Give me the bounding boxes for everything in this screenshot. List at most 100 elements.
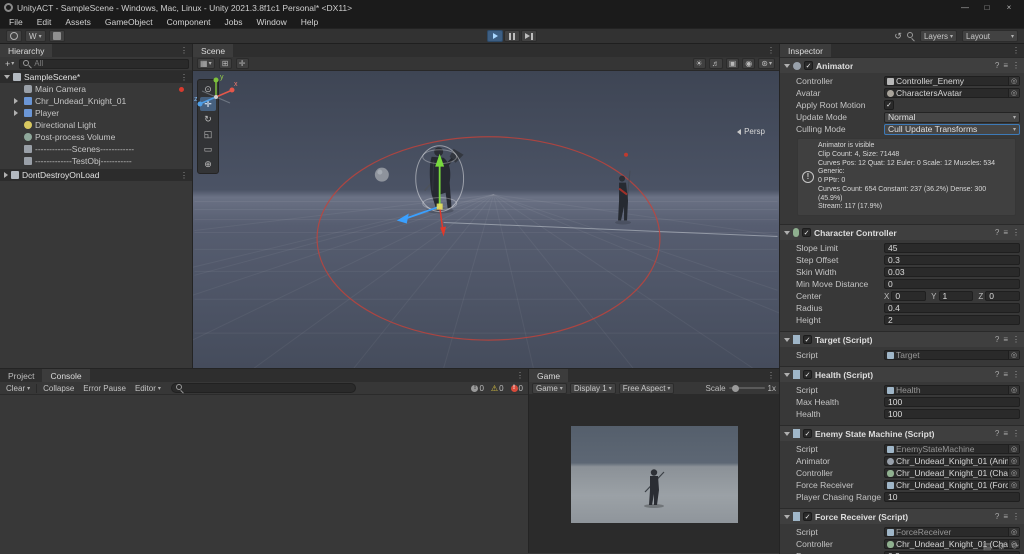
editor-dropdown[interactable]: Editor ▾ xyxy=(132,383,164,394)
preset-icon[interactable]: ≡ xyxy=(1003,335,1008,344)
script-object-field[interactable]: Health ◎ xyxy=(884,385,1020,395)
foldout-closed-icon[interactable] xyxy=(14,98,18,104)
player-chasing-range-field[interactable]: 10 xyxy=(884,492,1020,502)
foldout-open-icon[interactable] xyxy=(784,372,790,377)
display-dropdown[interactable]: Display 1 ▾ xyxy=(569,382,616,394)
panel-menu-icon[interactable]: ⋮ xyxy=(512,369,528,382)
panel-menu-icon[interactable]: ⋮ xyxy=(763,44,779,57)
menu-window[interactable]: Window xyxy=(250,17,294,27)
object-picker-icon[interactable]: ◎ xyxy=(1008,89,1019,97)
avatar-object-field[interactable]: CharactersAvatar ◎ xyxy=(884,88,1020,98)
console-search-input[interactable] xyxy=(170,383,356,393)
settings-icon[interactable]: ⚙ xyxy=(997,541,1005,552)
script-object-field[interactable]: ForceReceiver ◎ xyxy=(884,527,1020,537)
foldout-closed-icon[interactable] xyxy=(14,110,18,116)
object-picker-icon[interactable]: ◎ xyxy=(1008,386,1019,394)
object-picker-icon[interactable]: ◎ xyxy=(1008,469,1019,477)
force-receiver-object-field[interactable]: Chr_Undead_Knight_01 (Force Re ◎ xyxy=(884,480,1020,490)
hierarchy-item-directional-light[interactable]: Directional Light xyxy=(0,119,192,131)
step-button[interactable] xyxy=(521,30,537,42)
scene-menu-icon[interactable]: ⋮ xyxy=(180,171,192,180)
scene-header-row[interactable]: SampleScene* ⋮ xyxy=(0,71,192,83)
lighting-toggle-button[interactable]: ☀ xyxy=(692,58,706,69)
help-icon[interactable]: ? xyxy=(995,228,999,237)
help-icon[interactable]: ? xyxy=(995,61,999,70)
minimize-button[interactable]: — xyxy=(954,0,976,15)
more-icon[interactable]: ⋮ xyxy=(1012,335,1020,344)
layers-dropdown[interactable]: Layers ▾ xyxy=(919,30,957,42)
dontdestroyonload-row[interactable]: DontDestroyOnLoad ⋮ xyxy=(0,169,192,181)
workspace-button[interactable]: W ▾ xyxy=(25,30,46,42)
more-icon[interactable]: ⋮ xyxy=(1012,61,1020,70)
layout-dropdown[interactable]: Layout ▾ xyxy=(962,30,1018,42)
object-picker-icon[interactable]: ◎ xyxy=(1008,457,1019,465)
foldout-open-icon[interactable] xyxy=(784,514,790,519)
rect-tool-button[interactable]: ▭ xyxy=(200,142,216,156)
audio-toggle-button[interactable]: ♬ xyxy=(708,58,723,69)
slope-limit-field[interactable]: 45 xyxy=(884,243,1020,253)
hierarchy-item-scenes-separator[interactable]: -------------Scenes------------ xyxy=(0,143,192,155)
animator-object-field[interactable]: Chr_Undead_Knight_01 (Animato ◎ xyxy=(884,456,1020,466)
center-y-field[interactable]: 1 xyxy=(938,291,974,301)
foldout-closed-icon[interactable] xyxy=(4,172,8,178)
play-button[interactable] xyxy=(487,30,503,42)
tab-console[interactable]: Console xyxy=(42,369,90,382)
create-button[interactable]: + ▾ xyxy=(3,59,16,69)
tab-hierarchy[interactable]: Hierarchy xyxy=(0,44,53,57)
menu-jobs[interactable]: Jobs xyxy=(218,17,250,27)
preset-icon[interactable]: ≡ xyxy=(1003,429,1008,438)
foldout-open-icon[interactable] xyxy=(784,230,790,235)
apply-root-motion-checkbox[interactable]: ✓ xyxy=(884,100,894,110)
error-pause-button[interactable]: Error Pause xyxy=(80,383,129,394)
tab-project[interactable]: Project xyxy=(0,369,42,382)
maximize-button[interactable]: □ xyxy=(976,0,998,15)
activity-icon[interactable]: ⟳ xyxy=(1011,541,1019,552)
enabled-checkbox[interactable]: ✓ xyxy=(804,61,813,70)
hierarchy-item-chr-undead-knight[interactable]: Chr_Undead_Knight_01 xyxy=(0,95,192,107)
console-status-icon[interactable]: ▤ xyxy=(983,541,992,552)
help-icon[interactable]: ? xyxy=(995,512,999,521)
object-picker-icon[interactable]: ◎ xyxy=(1008,351,1019,359)
enabled-checkbox[interactable]: ✓ xyxy=(802,228,811,237)
tab-game[interactable]: Game xyxy=(529,369,569,382)
draw-mode-dropdown[interactable]: ▦ ▾ xyxy=(197,58,215,69)
foldout-open-icon[interactable] xyxy=(4,75,10,79)
object-picker-icon[interactable]: ◎ xyxy=(1008,481,1019,489)
scene-menu-icon[interactable]: ⋮ xyxy=(180,73,192,82)
sphere-object[interactable] xyxy=(374,167,389,182)
hierarchy-item-player[interactable]: Player xyxy=(0,107,192,119)
enabled-checkbox[interactable]: ✓ xyxy=(803,370,812,379)
scale-tool-button[interactable]: ◱ xyxy=(200,127,216,141)
game-view-area[interactable] xyxy=(529,395,779,553)
account-button[interactable] xyxy=(6,30,22,42)
panel-menu-icon[interactable]: ⋮ xyxy=(176,44,192,57)
script-object-field[interactable]: EnemyStateMachine ◎ xyxy=(884,444,1020,454)
preset-icon[interactable]: ≡ xyxy=(1003,61,1008,70)
hierarchy-item-main-camera[interactable]: Main Camera xyxy=(0,83,192,95)
slider-thumb[interactable] xyxy=(731,384,739,392)
services-button[interactable] xyxy=(48,30,65,42)
grid-toggle-button[interactable]: ⊞ xyxy=(218,58,232,69)
effects-toggle-button[interactable]: ▣ xyxy=(725,58,740,69)
hierarchy-item-testobj-separator[interactable]: -------------TestObj----------- xyxy=(0,155,192,167)
pause-button[interactable] xyxy=(504,30,520,42)
info-filter-button[interactable]: ! 0 xyxy=(469,384,485,393)
center-z-field[interactable]: 0 xyxy=(985,291,1021,301)
enemy-model[interactable] xyxy=(615,170,632,225)
animator-header[interactable]: ✓ Animator ? ≡ ⋮ xyxy=(780,58,1024,73)
controller-object-field[interactable]: Chr_Undead_Knight_01 (Charact ◎ xyxy=(884,468,1020,478)
undo-history-icon[interactable]: ↺ xyxy=(894,31,902,42)
preset-icon[interactable]: ≡ xyxy=(1003,512,1008,521)
force-receiver-header[interactable]: ✓ Force Receiver (Script) ? ≡ ⋮ xyxy=(780,509,1024,524)
target-script-header[interactable]: ✓ Target (Script) ? ≡ ⋮ xyxy=(780,332,1024,347)
foldout-open-icon[interactable] xyxy=(784,63,790,68)
culling-mode-dropdown[interactable]: Cull Update Transforms ▾ xyxy=(884,123,1020,135)
skin-width-field[interactable]: 0.03 xyxy=(884,267,1020,277)
tab-inspector[interactable]: Inspector xyxy=(780,44,831,57)
more-icon[interactable]: ⋮ xyxy=(1012,228,1020,237)
enabled-checkbox[interactable]: ✓ xyxy=(803,429,812,438)
character-controller-header[interactable]: ✓ Character Controller ? ≡ ⋮ xyxy=(780,225,1024,240)
center-x-field[interactable]: 0 xyxy=(891,291,927,301)
menu-file[interactable]: File xyxy=(2,17,30,27)
close-button[interactable]: × xyxy=(998,0,1020,15)
